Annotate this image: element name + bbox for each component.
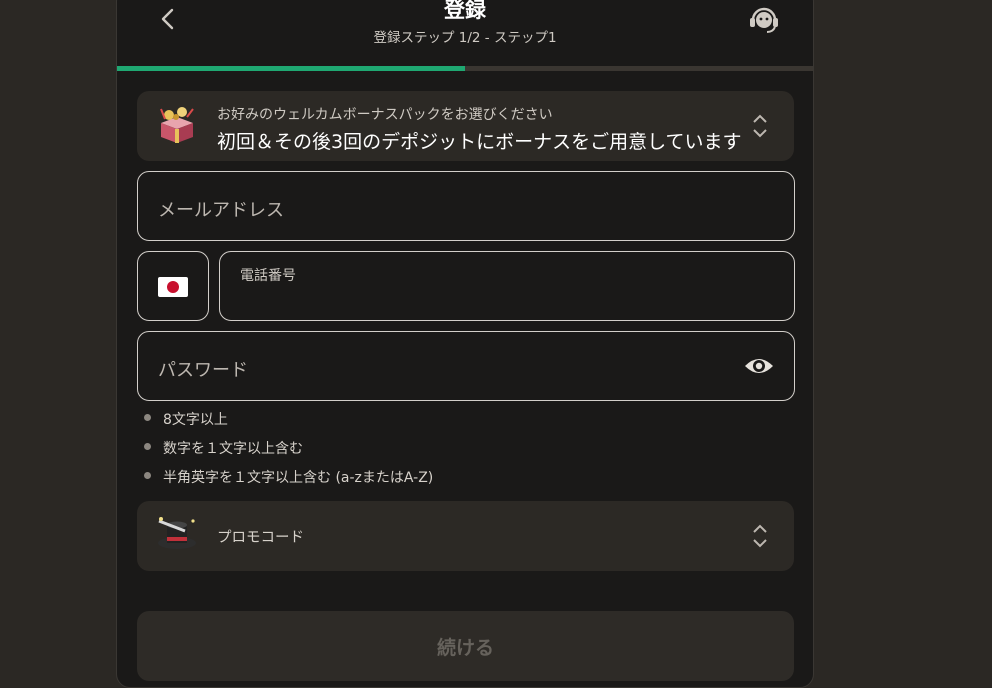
password-rule: 8文字以上 [141,409,433,438]
promo-code-selector[interactable]: プロモコード [137,501,794,571]
country-code-selector[interactable] [137,251,209,321]
password-rule: 半角英字を１文字以上含む (a-zまたはA-Z) [141,467,433,496]
page-title: 登録 [444,0,486,22]
rule-text: 半角英字を１文字以上含む (a-zまたはA-Z) [163,470,434,486]
eye-icon[interactable] [744,352,774,380]
step-indicator: 登録ステップ 1/2 - ステップ1 [373,30,557,46]
bullet-icon [144,472,151,479]
email-field[interactable]: メールアドレス [137,171,795,241]
continue-button-label: 続ける [436,637,494,659]
bullet-icon [144,443,151,450]
headset-icon[interactable] [747,3,781,35]
welcome-bonus-selector[interactable]: お好みのウェルカムボーナスパックをお選びください 初回＆その後3回のデポジットに… [137,91,794,161]
phone-label: 電話番号 [240,268,296,284]
password-rule: 数字を１文字以上含む [141,438,433,467]
progress-fill [117,66,465,71]
password-placeholder: パスワード [158,360,248,381]
gift-box-icon [160,107,194,143]
password-field[interactable]: パスワード [137,331,795,401]
modal-header: 登録 登録ステップ 1/2 - ステップ1 [117,0,813,55]
email-placeholder: メールアドレス [158,200,284,221]
rule-text: 数字を１文字以上含む [163,441,303,457]
bonus-selector-label: お好みのウェルカムボーナスパックをお選びください [217,107,553,123]
promo-code-label: プロモコード [217,530,304,546]
registration-progress-bar [117,66,813,71]
jp-flag-icon [158,277,188,297]
continue-button[interactable]: 続ける [137,611,794,681]
bonus-selected-value: 初回＆その後3回のデポジットにボーナスをご用意しています [217,131,742,153]
registration-modal: 登録 登録ステップ 1/2 - ステップ1 お好みのウェルカムボーナスパックをお… [116,0,814,688]
chevron-up-down-icon [753,524,767,548]
password-rules: 8文字以上 数字を１文字以上含む 半角英字を１文字以上含む (a-zまたはA-Z… [141,409,433,496]
rule-text: 8文字以上 [163,412,228,428]
flag-sun [167,281,179,293]
phone-field[interactable]: 電話番号 [219,251,795,321]
chevron-up-down-icon [753,114,767,138]
magic-hat-icon [158,517,196,549]
bullet-icon [144,414,151,421]
